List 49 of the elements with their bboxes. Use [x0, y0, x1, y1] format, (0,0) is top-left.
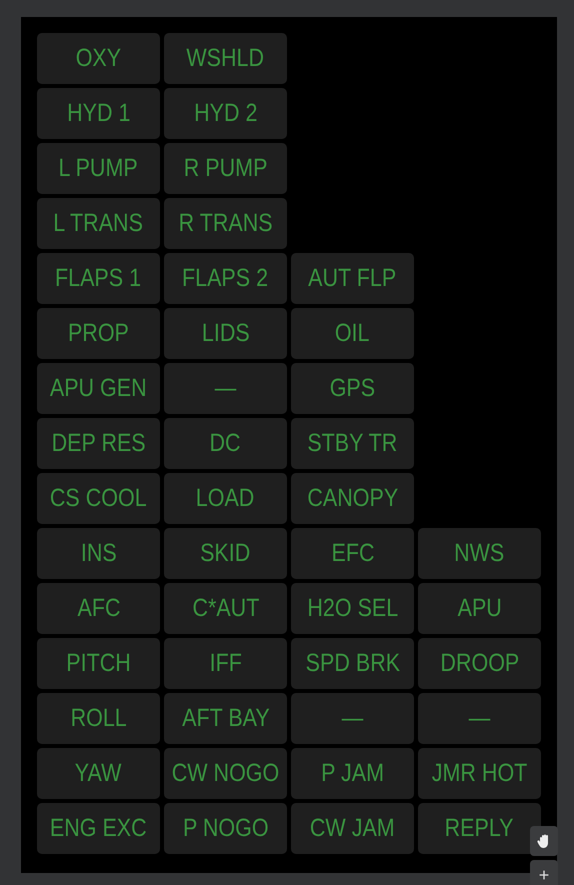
caution-light: SPD BRK [291, 638, 414, 689]
caution-light: LIDS [164, 308, 287, 359]
caution-light: — [164, 363, 287, 414]
caution-light: R TRANS [164, 198, 287, 249]
caution-light: AFT BAY [164, 693, 287, 744]
caution-light: STBY TR [291, 418, 414, 469]
caution-light: R PUMP [164, 143, 287, 194]
caution-light: APU [418, 583, 541, 634]
caution-light: DC [164, 418, 287, 469]
caution-light: C*AUT [164, 583, 287, 634]
pan-button[interactable] [530, 826, 558, 856]
caution-light: INS [37, 528, 160, 579]
caution-light: DROOP [418, 638, 541, 689]
caution-light: JMR HOT [418, 748, 541, 799]
caution-light: PROP [37, 308, 160, 359]
caution-light: HYD 1 [37, 88, 160, 139]
caution-light: REPLY [418, 803, 541, 854]
caution-light: DEP RES [37, 418, 160, 469]
caution-light: WSHLD [164, 33, 287, 84]
caution-light: AFC [37, 583, 160, 634]
caution-light: IFF [164, 638, 287, 689]
caution-light: SKID [164, 528, 287, 579]
caution-light: GPS [291, 363, 414, 414]
caution-light: OIL [291, 308, 414, 359]
caution-light: OXY [37, 33, 160, 84]
caution-light: P JAM [291, 748, 414, 799]
caution-light: ROLL [37, 693, 160, 744]
caution-light: PITCH [37, 638, 160, 689]
caution-light: — [418, 693, 541, 744]
caution-light: — [291, 693, 414, 744]
caution-light: H2O SEL [291, 583, 414, 634]
caution-light: P NOGO [164, 803, 287, 854]
caution-light: CW NOGO [164, 748, 287, 799]
caution-light: ENG EXC [37, 803, 160, 854]
caution-light: CW JAM [291, 803, 414, 854]
caution-light: CANOPY [291, 473, 414, 524]
zoom-in-button[interactable]: + [530, 860, 558, 885]
caution-light: FLAPS 1 [37, 253, 160, 304]
caution-light: YAW [37, 748, 160, 799]
caution-light: EFC [291, 528, 414, 579]
caution-light: APU GEN [37, 363, 160, 414]
caution-light: HYD 2 [164, 88, 287, 139]
caution-light: NWS [418, 528, 541, 579]
caution-light: L TRANS [37, 198, 160, 249]
caution-light: LOAD [164, 473, 287, 524]
caution-light: AUT FLP [291, 253, 414, 304]
caution-light: L PUMP [37, 143, 160, 194]
caution-light: FLAPS 2 [164, 253, 287, 304]
caution-light: CS COOL [37, 473, 160, 524]
